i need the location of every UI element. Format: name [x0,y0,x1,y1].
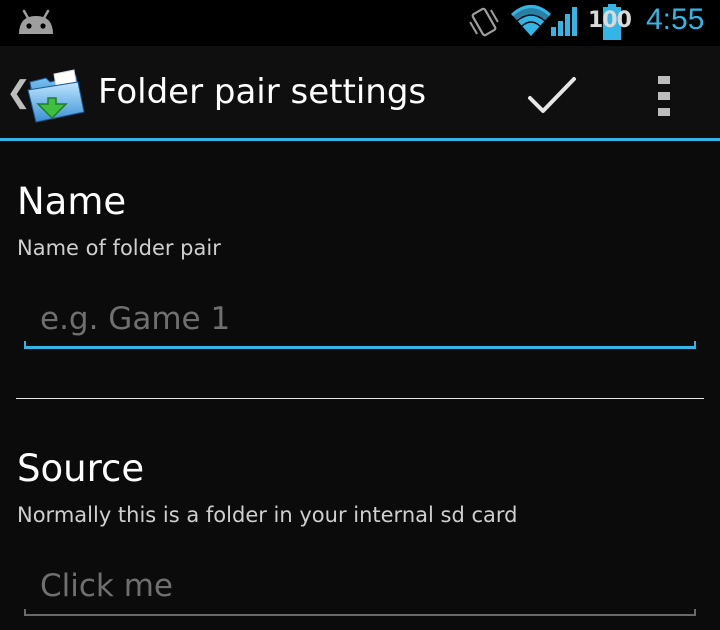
name-label: Name [17,180,127,223]
source-input-tick-right [694,609,696,616]
android-robot-icon [19,9,53,34]
page-title: Folder pair settings [98,72,427,112]
overflow-menu-icon [658,76,670,116]
source-input-underline [24,614,696,616]
status-bar: 100 4:55 [0,0,720,46]
source-input-tick-left [24,609,26,616]
action-bar-accent-line [0,138,720,141]
section-divider [16,398,704,399]
wifi-icon [511,5,551,36]
name-input-tick-left [24,341,26,349]
source-input[interactable] [24,559,696,613]
vibrate-icon [469,7,499,37]
name-description: Name of folder pair [17,236,221,260]
checkmark-icon [528,77,576,113]
battery-level-text: 100 [588,8,632,33]
source-label: Source [17,447,145,490]
done-button[interactable] [520,64,584,128]
overflow-menu-button[interactable] [644,64,684,128]
cell-signal-icon [551,7,577,36]
source-description: Normally this is a folder in your intern… [17,503,518,527]
name-input-tick-right [694,341,696,349]
clock: 4:55 [646,3,705,36]
name-input[interactable] [24,292,696,346]
folder-sync-icon[interactable] [24,64,88,128]
name-input-underline [24,346,696,349]
